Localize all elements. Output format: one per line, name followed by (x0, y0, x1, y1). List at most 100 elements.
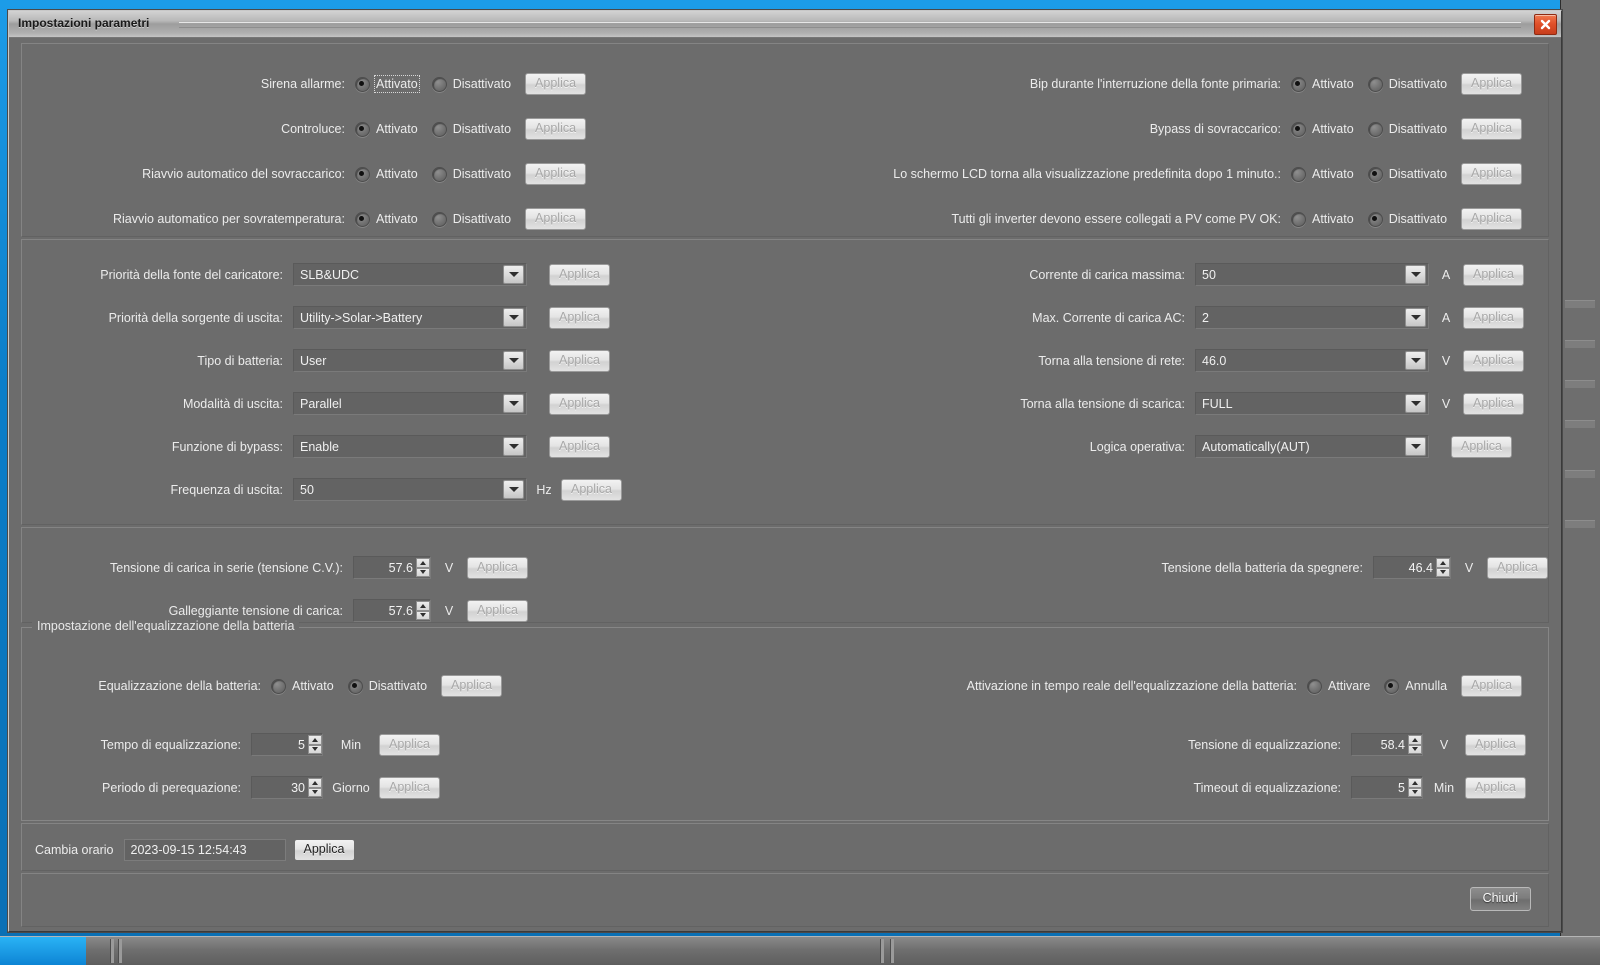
window-titlebar[interactable]: Impostazioni parametri (9, 11, 1561, 38)
spinner[interactable]: 30 (251, 776, 323, 799)
radio-option-label[interactable]: Annulla (1405, 679, 1447, 693)
radio-option-label[interactable]: Disattivato (453, 212, 511, 226)
apply-button[interactable]: Applica (1461, 208, 1523, 230)
radio-button[interactable] (1307, 678, 1322, 694)
spinner[interactable]: 57.6 (353, 556, 431, 579)
taskbar-start-button[interactable] (0, 937, 86, 965)
chevron-down-icon[interactable] (503, 394, 524, 413)
chevron-down-icon[interactable] (503, 351, 524, 370)
apply-button[interactable]: Applica (1461, 118, 1523, 140)
combo-box[interactable]: 46.0 (1195, 349, 1429, 372)
apply-button[interactable]: Applica (549, 263, 610, 286)
radio-option-off[interactable]: Disattivato (431, 211, 525, 227)
radio-button[interactable] (431, 166, 447, 182)
radio-button[interactable] (1367, 211, 1383, 227)
radio-button[interactable] (1384, 678, 1400, 694)
radio-option-label[interactable]: Disattivato (1389, 212, 1447, 226)
spinner[interactable]: 46.4 (1373, 556, 1451, 579)
radio-option-on[interactable]: Attivato (355, 75, 432, 93)
radio-option-on[interactable]: Attivato (1291, 211, 1368, 227)
spinner[interactable]: 57.6 (353, 599, 431, 622)
spinner-down-icon[interactable] (416, 567, 430, 577)
spinner-buttons[interactable] (308, 778, 322, 797)
apply-button[interactable]: Applica (1461, 73, 1523, 95)
radio-option-on[interactable]: Attivato (355, 121, 432, 137)
apply-button[interactable]: Applica (1463, 392, 1524, 415)
radio-option-label[interactable]: Disattivato (453, 122, 511, 136)
radio-option-on[interactable]: Attivare (1307, 678, 1384, 694)
radio-option-label[interactable]: Attivato (1312, 167, 1354, 181)
combo-box[interactable]: FULL (1195, 392, 1429, 415)
spinner-up-icon[interactable] (416, 601, 430, 611)
spinner[interactable]: 5 (1351, 776, 1423, 799)
radio-option-off[interactable]: Disattivato (1367, 166, 1461, 182)
apply-button[interactable]: Applica (1461, 675, 1523, 697)
apply-button[interactable]: Applica (1463, 306, 1524, 329)
radio-button[interactable] (431, 76, 447, 92)
chevron-down-icon[interactable] (1405, 308, 1426, 327)
radio-option-label[interactable]: Attivato (1312, 122, 1354, 136)
radio-option-on[interactable]: Attivato (1291, 76, 1368, 92)
combo-box[interactable]: Utility->Solar->Battery (293, 306, 527, 329)
chevron-down-icon[interactable] (503, 437, 524, 456)
close-icon[interactable] (1534, 14, 1557, 35)
apply-button[interactable]: Applica (467, 556, 528, 579)
radio-option-label[interactable]: Attivato (292, 679, 334, 693)
radio-option-off[interactable]: Disattivato (1367, 211, 1461, 227)
datetime-input[interactable]: 2023-09-15 12:54:43 (123, 839, 286, 861)
radio-option-off[interactable]: Disattivato (431, 121, 525, 137)
apply-button[interactable]: Applica (1465, 776, 1526, 799)
radio-button[interactable] (1291, 211, 1306, 227)
apply-button[interactable]: Applica (549, 349, 610, 372)
radio-option-label[interactable]: Disattivato (453, 167, 511, 181)
combo-box[interactable]: User (293, 349, 527, 372)
apply-button[interactable]: Applica (379, 733, 440, 756)
combo-box[interactable]: 50 (293, 478, 527, 501)
spinner-up-icon[interactable] (308, 778, 322, 788)
chevron-down-icon[interactable] (1405, 437, 1426, 456)
spinner-buttons[interactable] (416, 558, 430, 577)
radio-option-label[interactable]: Attivato (376, 167, 418, 181)
radio-option-label[interactable]: Disattivato (453, 77, 511, 91)
radio-option-label[interactable]: Attivato (376, 122, 418, 136)
spinner-down-icon[interactable] (1408, 744, 1422, 754)
chevron-down-icon[interactable] (1405, 265, 1426, 284)
spinner-buttons[interactable] (1408, 735, 1422, 754)
spinner-up-icon[interactable] (1408, 778, 1422, 788)
apply-button[interactable]: Applica (467, 599, 528, 622)
radio-button[interactable] (355, 76, 370, 92)
chevron-down-icon[interactable] (1405, 351, 1426, 370)
apply-button[interactable]: Applica (1451, 435, 1512, 458)
taskbar[interactable] (0, 936, 1600, 965)
radio-option-off[interactable]: Annulla (1384, 678, 1461, 694)
combo-box[interactable]: 2 (1195, 306, 1429, 329)
spinner-up-icon[interactable] (416, 558, 430, 568)
radio-option-off[interactable]: Disattivato (431, 166, 525, 182)
spinner[interactable]: 5 (251, 733, 323, 756)
spinner-up-icon[interactable] (1408, 735, 1422, 745)
radio-option-on[interactable]: Attivato (1291, 166, 1368, 182)
radio-option-label[interactable]: Disattivato (1389, 167, 1447, 181)
radio-button[interactable] (1367, 121, 1383, 137)
radio-button[interactable] (355, 211, 370, 227)
radio-option-on[interactable]: Attivato (355, 211, 432, 227)
radio-button[interactable] (1291, 166, 1306, 182)
spinner-down-icon[interactable] (416, 610, 430, 620)
combo-box[interactable]: 50 (1195, 263, 1429, 286)
radio-option-off[interactable]: Disattivato (1367, 121, 1461, 137)
chevron-down-icon[interactable] (503, 308, 524, 327)
spinner[interactable]: 58.4 (1351, 733, 1423, 756)
close-window-button[interactable]: Chiudi (1469, 887, 1531, 911)
radio-button[interactable] (1367, 166, 1383, 182)
apply-button[interactable]: Applica (379, 776, 440, 799)
combo-box[interactable]: Enable (293, 435, 527, 458)
spinner-buttons[interactable] (416, 601, 430, 620)
chevron-down-icon[interactable] (503, 480, 524, 499)
radio-option-label[interactable]: Disattivato (369, 679, 427, 693)
spinner-up-icon[interactable] (1436, 558, 1450, 568)
apply-button[interactable]: Applica (441, 675, 503, 697)
apply-button[interactable]: Applica (1461, 163, 1523, 185)
apply-button[interactable]: Applica (1463, 349, 1524, 372)
radio-option-label[interactable]: Attivato (376, 212, 418, 226)
radio-option-label[interactable]: Attivato (374, 75, 420, 93)
